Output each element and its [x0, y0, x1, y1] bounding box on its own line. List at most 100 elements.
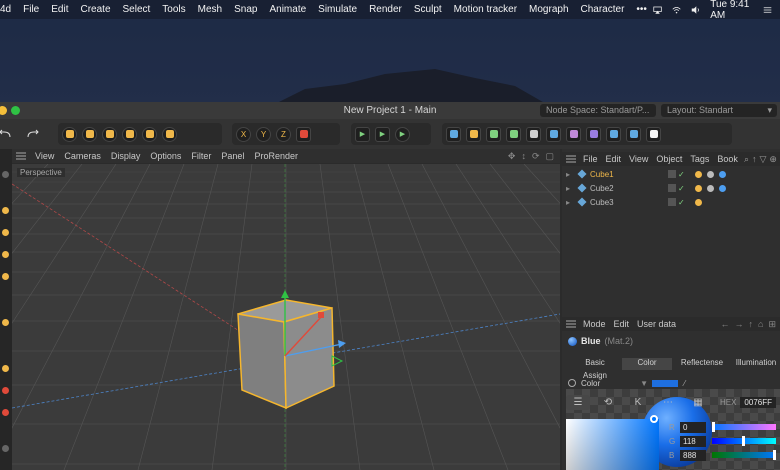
eyedropper-icon[interactable]: ⁄ [684, 379, 685, 388]
color-wheel-icon[interactable]: ⟲ [596, 395, 620, 410]
z-axis-icon[interactable]: Z [276, 126, 291, 142]
visibility-icon[interactable] [668, 198, 677, 206]
maximize-view-icon[interactable]: ▢ [545, 151, 554, 162]
phong-tag-icon[interactable] [694, 198, 702, 206]
hamburger-icon[interactable] [566, 320, 576, 328]
filter-icon[interactable]: ▽ [759, 154, 766, 165]
texture-tag-icon[interactable] [706, 184, 714, 192]
sliders-icon[interactable]: ☰ [566, 395, 590, 410]
menu-more[interactable]: ••• [630, 4, 653, 15]
blue-slider[interactable] [712, 450, 776, 460]
swatches-icon[interactable]: ▦ [686, 395, 710, 410]
arrow-up-icon[interactable]: ↑ [752, 154, 757, 164]
vp-menu-view[interactable]: View [30, 151, 59, 161]
rotate-tool-icon[interactable] [122, 126, 137, 142]
airplay-icon[interactable] [653, 5, 662, 15]
menu-motion-tracker[interactable]: Motion tracker [448, 4, 523, 15]
texture-tag-icon[interactable] [706, 170, 714, 178]
select-tool-icon[interactable] [62, 126, 77, 142]
redo-icon[interactable] [26, 129, 40, 139]
strip-tool-3-icon[interactable] [2, 229, 9, 236]
vp-menu-filter[interactable]: Filter [186, 151, 216, 161]
menu-tools[interactable]: Tools [156, 4, 191, 15]
object-row[interactable]: ▸ Cube1 ✓ [562, 167, 780, 181]
subdivision-icon[interactable] [486, 126, 501, 142]
visibility-icon[interactable] [668, 170, 677, 178]
om-menu-tags[interactable]: Tags [686, 154, 713, 164]
tab-basic[interactable]: Basic [566, 358, 624, 370]
menu-list-icon[interactable] [763, 5, 772, 15]
node-space-select[interactable]: Node Space: Standart/P... [540, 104, 656, 117]
check-icon[interactable]: ✓ [678, 184, 685, 193]
render-view-icon[interactable]: ▶ [355, 126, 370, 142]
color-swatch[interactable] [652, 379, 679, 387]
forward-arrow-icon[interactable]: → [735, 319, 744, 330]
volume-icon[interactable] [691, 5, 700, 15]
check-icon[interactable]: ✓ [678, 198, 685, 207]
material-tag-icon[interactable] [718, 170, 726, 178]
om-menu-object[interactable]: Object [652, 154, 686, 164]
world-axis-icon[interactable] [296, 126, 311, 142]
phong-tag-icon[interactable] [694, 170, 702, 178]
menu-mesh[interactable]: Mesh [192, 4, 228, 15]
tab-color[interactable]: Color [622, 358, 672, 370]
strip-tool-1-icon[interactable] [2, 171, 9, 178]
pen-spline-icon[interactable] [466, 126, 481, 142]
om-menu-view[interactable]: View [625, 154, 652, 164]
vp-menu-options[interactable]: Options [145, 151, 186, 161]
vp-menu-cameras[interactable]: Cameras [59, 151, 106, 161]
menu-animate[interactable]: Animate [263, 4, 312, 15]
new-window-icon[interactable]: ⊞ [768, 319, 776, 330]
tab-illumination[interactable]: Illumination [732, 358, 780, 370]
menu-app-fragment[interactable]: 4d [0, 4, 17, 15]
menu-simulate[interactable]: Simulate [312, 4, 363, 15]
zoom-view-icon[interactable]: ↕ [521, 151, 526, 162]
strip-tool-6-icon[interactable] [2, 319, 9, 326]
strip-tool-9-icon[interactable] [2, 409, 9, 416]
field-icon[interactable] [586, 126, 601, 142]
phong-tag-icon[interactable] [694, 184, 702, 192]
om-menu-file[interactable]: File [579, 154, 602, 164]
extrude-icon[interactable] [506, 126, 521, 142]
render-picture-icon[interactable]: ▶ [375, 126, 390, 142]
up-arrow-icon[interactable]: ↑ [749, 319, 754, 330]
tab-reflectense[interactable]: Reflectense [672, 358, 732, 370]
menu-sculpt[interactable]: Sculpt [408, 4, 448, 15]
lock-icon[interactable]: ⌂ [758, 319, 763, 330]
spectrum-icon[interactable]: ⋯ [656, 395, 680, 410]
strip-tool-5-icon[interactable] [2, 273, 9, 280]
check-icon[interactable]: ✓ [678, 170, 685, 179]
bend-icon[interactable] [566, 126, 581, 142]
om-menu-book[interactable]: Book [713, 154, 742, 164]
attr-menu-user-data[interactable]: User data [633, 319, 680, 329]
x-axis-icon[interactable]: X [236, 126, 251, 142]
array-icon[interactable] [526, 126, 541, 142]
hamburger-icon[interactable] [16, 152, 26, 160]
red-slider[interactable] [712, 422, 776, 432]
expand-arrow-icon[interactable]: ▸ [562, 198, 570, 207]
menu-create[interactable]: Create [74, 4, 116, 15]
blue-input[interactable]: 888 [680, 449, 706, 461]
rotate-view-icon[interactable]: ⟳ [532, 151, 540, 162]
clock[interactable]: Tue 9:41 AM [710, 0, 753, 21]
red-input[interactable]: 0 [680, 421, 706, 433]
move-tool-icon[interactable] [82, 126, 97, 142]
menu-mograph[interactable]: Mograph [523, 4, 574, 15]
camera-icon[interactable] [626, 126, 641, 142]
transform-tool-icon[interactable] [162, 126, 177, 142]
green-input[interactable]: 118 [680, 435, 706, 447]
layout-select[interactable]: Layout: Standart ▾ [661, 104, 777, 117]
expand-arrow-icon[interactable]: ▸ [562, 170, 570, 179]
move-view-icon[interactable]: ✥ [508, 151, 516, 162]
object-name[interactable]: Cube3 [590, 198, 640, 207]
wifi-icon[interactable] [672, 5, 681, 15]
menu-select[interactable]: Select [117, 4, 157, 15]
menu-render[interactable]: Render [363, 4, 408, 15]
y-axis-icon[interactable]: Y [256, 126, 271, 142]
hamburger-icon[interactable] [566, 155, 576, 163]
strip-tool-4-icon[interactable] [2, 251, 9, 258]
attr-menu-edit[interactable]: Edit [610, 319, 634, 329]
back-arrow-icon[interactable]: ← [721, 319, 730, 330]
kelvin-icon[interactable]: K [626, 395, 650, 410]
add-icon[interactable]: ⊕ [769, 154, 777, 165]
